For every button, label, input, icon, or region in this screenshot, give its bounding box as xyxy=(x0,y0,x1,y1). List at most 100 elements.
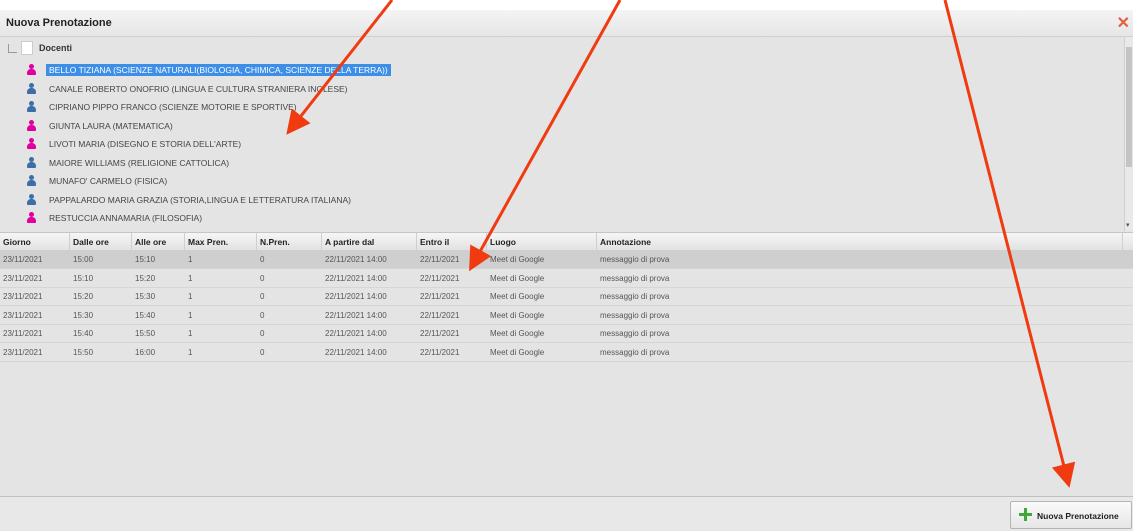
table-cell: 15:40 xyxy=(73,329,94,338)
table-cell: Meet di Google xyxy=(490,310,545,320)
column-separator[interactable] xyxy=(321,233,322,250)
table-cell: 0 xyxy=(260,347,265,357)
tree-item-label: MAIORE WILLIAMS (RELIGIONE CATTOLICA) xyxy=(49,157,230,168)
tree-item-label: LIVOTI MARIA (DISEGNO E STORIA DELL'ARTE… xyxy=(49,139,242,149)
tree-scrollbar-thumb[interactable] xyxy=(1126,47,1132,167)
table-cell: 16:00 xyxy=(135,347,156,357)
column-separator[interactable] xyxy=(69,233,70,250)
tree-scrollbar[interactable]: ▾ xyxy=(1124,37,1133,231)
plus-icon xyxy=(1019,508,1032,521)
column-separator[interactable] xyxy=(416,233,417,250)
table-cell: Meet di Google xyxy=(490,347,545,357)
table-cell: 0 xyxy=(260,310,265,320)
docenti-tree: Docenti BELLO TIZIANA (SCIENZE NATURALI(… xyxy=(0,37,1124,231)
table-row[interactable]: 23/11/2021 15:50 16:00 1 0 22/11/2021 14:00 22… xyxy=(0,343,1133,362)
column-separator[interactable] xyxy=(131,233,132,250)
table-row[interactable]: 23/11/2021 15:20 15:30 1 0 22/11/2021 14:00 22… xyxy=(0,287,1133,306)
table-cell: 23/11/2021 xyxy=(3,292,43,301)
table-cell: 22/11/2021 xyxy=(420,329,460,338)
table-cell: 22/11/2021 14:00 xyxy=(325,310,387,320)
column-header[interactable]: Luogo xyxy=(490,237,516,247)
table-cell: 1 xyxy=(188,292,193,301)
table-row[interactable]: 23/11/2021 15:40 15:50 1 0 22/11/2021 14:00 22… xyxy=(0,324,1133,343)
female-user-icon xyxy=(26,64,36,76)
table-row[interactable]: 23/11/2021 15:30 15:40 1 0 22/11/2021 14:00 22… xyxy=(0,306,1133,325)
tree-item-docente[interactable]: LIVOTI MARIA (DISEGNO E STORIA DELL'ARTE… xyxy=(26,138,244,154)
tree-item-label: CANALE ROBERTO ONOFRIO (LINGUA E CULTURA… xyxy=(49,83,348,94)
table-row[interactable]: 23/11/2021 15:10 15:20 1 0 22/11/2021 14:00 22… xyxy=(0,269,1133,288)
tree-expander-icon[interactable] xyxy=(8,43,17,53)
column-header[interactable]: Giorno xyxy=(3,237,31,247)
dialog-title: Nuova Prenotazione xyxy=(6,17,112,29)
table-cell: 22/11/2021 xyxy=(420,292,460,301)
table-cell: 15:30 xyxy=(135,292,156,301)
table-cell: 22/11/2021 xyxy=(420,347,460,357)
dialog-titlebar: Nuova Prenotazione ✕ xyxy=(0,10,1133,37)
column-header[interactable]: Alle ore xyxy=(135,237,166,247)
table-cell: 15:50 xyxy=(135,329,156,338)
female-user-icon xyxy=(26,119,36,132)
column-header[interactable]: A partire dal xyxy=(325,237,374,247)
table-cell: 23/11/2021 xyxy=(3,273,43,283)
nuova-prenotazione-button[interactable]: Nuova Prenotazione xyxy=(1010,501,1132,529)
table-cell: Meet di Google xyxy=(490,292,545,301)
male-user-icon xyxy=(26,230,36,231)
female-user-icon xyxy=(26,138,36,150)
tree-root-checkbox[interactable] xyxy=(21,41,33,55)
table-cell: messaggio di prova xyxy=(600,292,670,301)
tree-item-docente[interactable]: GIUNTA LAURA (MATEMATICA) xyxy=(26,119,176,136)
scroll-down-icon[interactable]: ▾ xyxy=(1126,221,1130,229)
table-cell: 22/11/2021 14:00 xyxy=(325,273,387,283)
close-icon[interactable]: ✕ xyxy=(1117,13,1130,33)
male-user-icon xyxy=(26,101,36,113)
dialog-footer: Nuova Prenotazione xyxy=(0,496,1133,531)
table-cell: 22/11/2021 14:00 xyxy=(325,255,387,264)
table-cell: 23/11/2021 xyxy=(3,347,43,357)
column-header[interactable]: Annotazione xyxy=(600,237,651,247)
table-row[interactable]: 23/11/2021 15:00 15:10 1 0 22/11/2021 14:00 22… xyxy=(0,250,1133,269)
tree-item-docente[interactable]: SCAFFIDI TONINO (INFORMATICA) xyxy=(26,230,192,231)
column-separator[interactable] xyxy=(486,233,487,250)
column-header[interactable]: Entro il xyxy=(420,237,449,247)
male-user-icon xyxy=(26,82,36,95)
tree-item-docente[interactable]: MAIORE WILLIAMS (RELIGIONE CATTOLICA) xyxy=(26,156,232,173)
column-separator[interactable] xyxy=(184,233,185,250)
table-cell: 22/11/2021 xyxy=(420,273,460,283)
tree-item-docente[interactable]: MUNAFO' CARMELO (FISICA) xyxy=(26,175,170,191)
table-cell: 1 xyxy=(188,273,193,283)
column-header[interactable]: Dalle ore xyxy=(73,237,109,247)
table-cell: 1 xyxy=(188,255,193,264)
table-cell: 15:20 xyxy=(135,273,156,283)
column-header[interactable]: N.Pren. xyxy=(260,237,290,247)
tree-item-label: CIPRIANO PIPPO FRANCO (SCIENZE MOTORIE E… xyxy=(49,102,297,112)
tree-item-docente[interactable]: CANALE ROBERTO ONOFRIO (LINGUA E CULTURA… xyxy=(26,82,351,99)
tree-item-docente[interactable]: PAPPALARDO MARIA GRAZIA (STORIA,LINGUA E… xyxy=(26,193,354,210)
tree-item-docente[interactable]: RESTUCCIA ANNAMARIA (FILOSOFIA) xyxy=(26,212,205,228)
table-cell: 22/11/2021 xyxy=(420,310,460,320)
table-cell: 1 xyxy=(188,347,193,357)
table-cell: 15:10 xyxy=(73,273,94,283)
table-cell: 15:40 xyxy=(135,310,156,320)
table-cell: 0 xyxy=(260,292,265,301)
column-separator[interactable] xyxy=(256,233,257,250)
table-cell: 0 xyxy=(260,329,265,338)
table-cell: messaggio di prova xyxy=(600,255,670,264)
tree-root-docenti[interactable]: Docenti xyxy=(8,41,72,55)
table-cell: 22/11/2021 14:00 xyxy=(325,329,387,338)
table-cell: 22/11/2021 xyxy=(420,255,460,264)
column-separator[interactable] xyxy=(596,233,597,250)
grid-header: Giorno Dalle ore Alle ore Max Pren. N.Pren. A… xyxy=(0,232,1133,251)
tree-item-label: BELLO TIZIANA (SCIENZE NATURALI(BIOLOGIA… xyxy=(46,64,391,76)
tree-item-docente[interactable]: BELLO TIZIANA (SCIENZE NATURALI(BIOLOGIA… xyxy=(26,64,391,80)
nuova-prenotazione-dialog: Nuova Prenotazione ✕ Docenti BELLO TIZIA… xyxy=(0,10,1133,531)
column-header[interactable]: Max Pren. xyxy=(188,237,228,247)
table-cell: 15:10 xyxy=(135,255,156,264)
tree-item-label: MUNAFO' CARMELO (FISICA) xyxy=(49,176,168,186)
table-cell: 23/11/2021 xyxy=(3,310,43,320)
tree-item-docente[interactable]: CIPRIANO PIPPO FRANCO (SCIENZE MOTORIE E… xyxy=(26,101,300,117)
table-cell: messaggio di prova xyxy=(600,347,670,357)
column-separator[interactable] xyxy=(1122,233,1123,250)
table-cell: 15:20 xyxy=(73,292,94,301)
table-cell: 0 xyxy=(260,255,265,264)
table-cell: 0 xyxy=(260,273,265,283)
